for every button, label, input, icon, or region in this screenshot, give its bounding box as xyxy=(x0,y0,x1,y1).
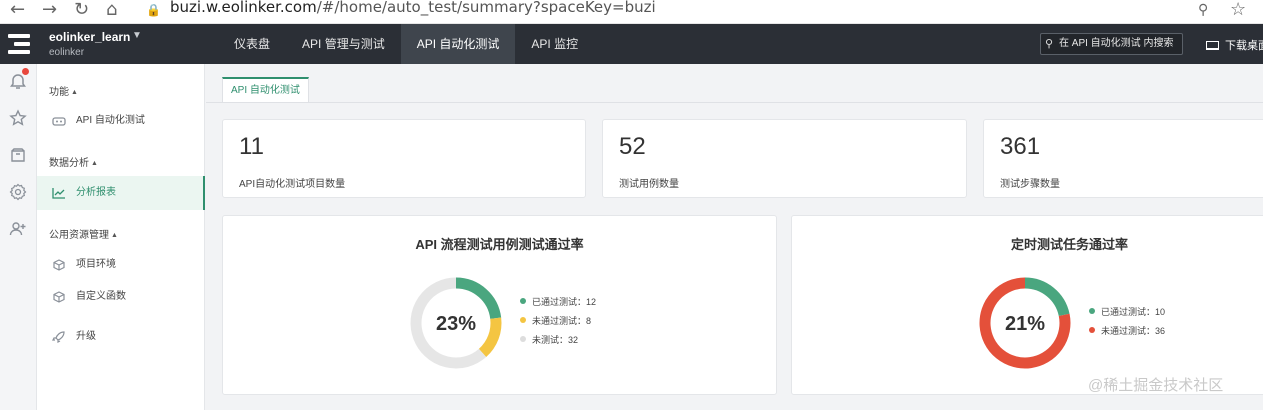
top-nav: 仪表盘 API 管理与测试 API 自动化测试 API 监控 xyxy=(218,24,594,64)
sidebar-item-upgrade[interactable]: 升级 xyxy=(37,320,205,354)
bag-icon[interactable] xyxy=(9,146,27,164)
workspace-switcher[interactable]: eolinker_learn eolinker xyxy=(49,30,130,58)
browser-toolbar: ← → ↻ ⌂ 🔒 buzi.w.eolinker.com/#/home/aut… xyxy=(0,0,1263,24)
sidebar-item-label: 自定义函数 xyxy=(76,291,126,302)
chart-legend: 已通过测试：10 未通过测试：36 xyxy=(1089,303,1165,341)
stat-value: 361 xyxy=(1000,133,1041,160)
legend-swatch xyxy=(520,298,526,304)
address-bar[interactable]: buzi.w.eolinker.com/#/home/auto_test/sum… xyxy=(170,0,656,16)
sidebar-item-project-env[interactable]: 项目环境 xyxy=(37,248,205,282)
donut-slice-0 xyxy=(1024,277,1070,317)
legend-swatch xyxy=(520,317,526,323)
home-icon[interactable]: ⌂ xyxy=(106,0,117,24)
sidebar-group-shared-resources[interactable]: 公用资源管理 ▲ xyxy=(49,226,118,241)
legend-swatch xyxy=(1089,308,1095,314)
icon-rail xyxy=(0,64,37,410)
sidebar-item-label: 升级 xyxy=(76,331,96,342)
lock-icon[interactable]: 🔒 xyxy=(146,0,161,24)
forward-arrow-icon[interactable]: → xyxy=(42,0,57,24)
tab-api-monitor[interactable]: API 监控 xyxy=(515,24,594,64)
logo-icon[interactable] xyxy=(0,24,37,64)
search-icon: ⚲ xyxy=(1045,38,1054,50)
zoom-icon[interactable]: ⚲ xyxy=(1198,0,1208,24)
legend-label: 未通过测试：8 xyxy=(532,316,592,326)
main-content: API 自动化测试 11 API自动化测试项目数量 52 测试用例数量 361 … xyxy=(206,64,1263,410)
donut-center-label: 21% xyxy=(1005,313,1045,335)
stat-card-projects: 11 API自动化测试项目数量 xyxy=(222,119,586,198)
search-input[interactable]: ⚲ 在 API 自动化测试 内搜索 xyxy=(1040,33,1183,55)
legend-label: 未测试：32 xyxy=(532,335,579,345)
sidebar-item-label: API 自动化测试 xyxy=(76,115,145,126)
tab-api-automation-page[interactable]: API 自动化测试 xyxy=(222,77,309,103)
monitor-icon xyxy=(1206,41,1219,50)
chart-legend: 已通过测试：12 未通过测试：8 未测试：32 xyxy=(520,293,596,350)
legend-label: 未通过测试：36 xyxy=(1101,326,1166,336)
gear-icon[interactable] xyxy=(9,183,27,201)
sidebar-item-label: 分析报表 xyxy=(76,187,116,198)
donut-center-label: 23% xyxy=(436,313,476,335)
watermark: @稀土掘金技术社区 xyxy=(1088,377,1224,394)
rocket-icon xyxy=(52,331,65,343)
stat-card-test-steps: 361 测试步骤数量 xyxy=(983,119,1263,198)
stat-value: 11 xyxy=(239,133,264,160)
sidebar-group-data-analysis[interactable]: 数据分析 ▲ xyxy=(49,154,98,169)
caret-up-icon: ▲ xyxy=(71,89,78,96)
legend-item-2[interactable]: 未测试：32 xyxy=(520,331,596,350)
stat-label: API自动化测试项目数量 xyxy=(239,179,346,190)
legend-item-0[interactable]: 已通过测试：10 xyxy=(1089,303,1165,322)
back-arrow-icon[interactable]: ← xyxy=(10,0,25,24)
star-icon[interactable] xyxy=(9,109,27,127)
download-desktop-button[interactable]: 下载桌面 xyxy=(1206,37,1263,53)
bookmark-star-icon[interactable]: ☆ xyxy=(1230,0,1246,24)
sidebar-item-analysis-report[interactable]: 分析报表 xyxy=(37,176,205,210)
donut-slice-1 xyxy=(478,317,502,358)
stat-card-test-cases: 52 测试用例数量 xyxy=(602,119,967,198)
legend-item-0[interactable]: 已通过测试：12 xyxy=(520,293,596,312)
legend-label: 已通过测试：12 xyxy=(532,297,597,307)
bell-icon[interactable] xyxy=(9,73,27,91)
stat-label: 测试用例数量 xyxy=(619,179,679,190)
reload-icon[interactable]: ↻ xyxy=(74,0,89,24)
search-placeholder: 在 API 自动化测试 内搜索 xyxy=(1059,38,1174,49)
stat-label: 测试步骤数量 xyxy=(1000,179,1060,190)
sidebar-item-label: 项目环境 xyxy=(76,259,116,270)
sidebar-item-api-automation[interactable]: API 自动化测试 xyxy=(37,104,205,138)
workspace-name: eolinker_learn xyxy=(49,30,131,44)
tab-divider xyxy=(206,102,1263,103)
chart-panel-flow-pass-rate: API 流程测试用例测试通过率 23% 已通过测试：12 未通过测试：8 未测试：3… xyxy=(222,215,777,395)
notification-dot xyxy=(22,68,29,75)
add-user-icon[interactable] xyxy=(9,220,27,238)
chart-title: 定时测试任务通过率 xyxy=(1010,237,1128,252)
robot-icon xyxy=(52,117,66,126)
chart-line-icon xyxy=(52,188,65,199)
caret-up-icon: ▲ xyxy=(91,160,98,167)
caret-up-icon: ▲ xyxy=(111,232,118,239)
donut-chart: 23% xyxy=(410,277,502,369)
tab-api-management[interactable]: API 管理与测试 xyxy=(286,24,401,64)
download-label: 下载桌面 xyxy=(1225,40,1263,52)
app-header: eolinker_learn eolinker ▼ 仪表盘 API 管理与测试 … xyxy=(0,24,1263,64)
cube-icon xyxy=(53,291,65,303)
tab-api-automation[interactable]: API 自动化测试 xyxy=(400,24,516,64)
legend-swatch xyxy=(520,336,526,342)
legend-label: 已通过测试：10 xyxy=(1101,307,1166,317)
legend-item-1[interactable]: 未通过测试：36 xyxy=(1089,322,1165,341)
workspace-subtitle: eolinker xyxy=(49,47,85,58)
legend-item-1[interactable]: 未通过测试：8 xyxy=(520,312,596,331)
sidebar-group-features[interactable]: 功能 ▲ xyxy=(49,83,78,98)
stat-value: 52 xyxy=(619,133,646,160)
chevron-down-icon[interactable]: ▼ xyxy=(132,30,142,41)
sidebar: 功能 ▲ API 自动化测试 数据分析 ▲ 分析报表 公用资源管理 ▲ 项目环境 自定… xyxy=(37,64,205,410)
tab-dashboard[interactable]: 仪表盘 xyxy=(218,24,286,64)
donut-chart: 21% xyxy=(979,277,1071,369)
legend-swatch xyxy=(1089,327,1095,333)
sidebar-item-custom-functions[interactable]: 自定义函数 xyxy=(37,280,205,314)
cube-icon xyxy=(53,259,65,271)
chart-panel-scheduled-pass-rate: 定时测试任务通过率 21% 已通过测试：10 未通过测试：36 xyxy=(791,215,1263,395)
chart-title: API 流程测试用例测试通过率 xyxy=(415,237,584,252)
